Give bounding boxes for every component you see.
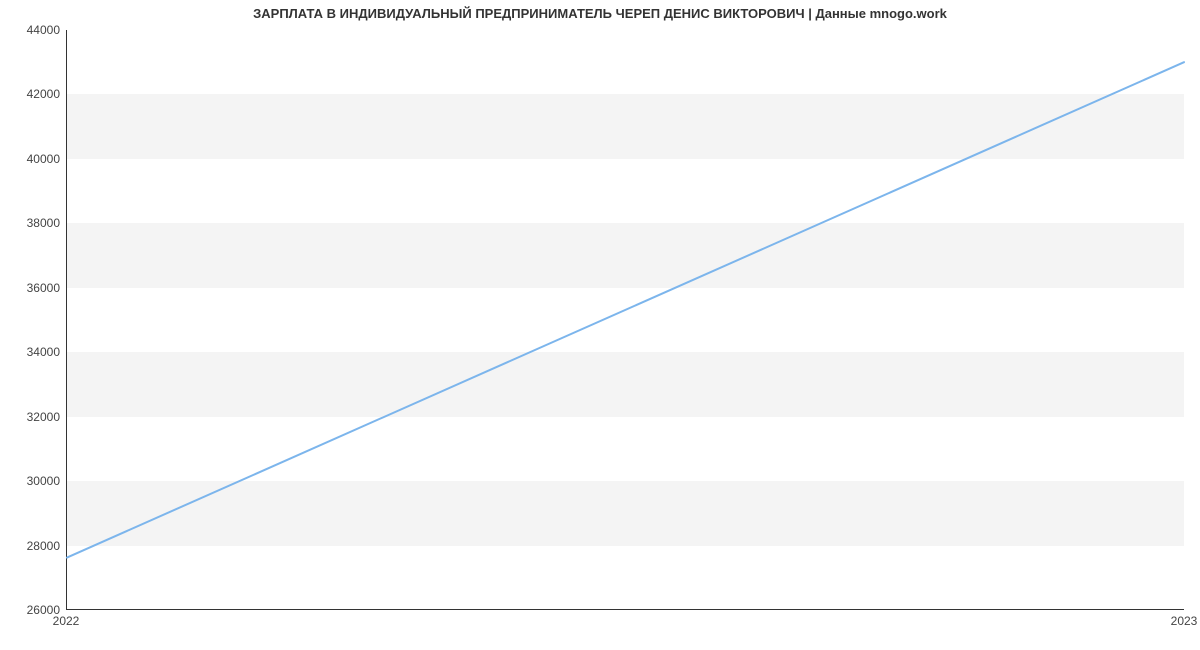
- x-tick-label: 2022: [53, 614, 80, 628]
- y-tick-label: 44000: [4, 23, 60, 37]
- y-tick-label: 34000: [4, 345, 60, 359]
- plot-area: [66, 30, 1184, 610]
- y-tick-label: 42000: [4, 87, 60, 101]
- chart-container: ЗАРПЛАТА В ИНДИВИДУАЛЬНЫЙ ПРЕДПРИНИМАТЕЛ…: [0, 0, 1200, 650]
- y-tick-label: 38000: [4, 216, 60, 230]
- y-tick-label: 26000: [4, 603, 60, 617]
- x-tick-label: 2023: [1171, 614, 1198, 628]
- chart-title: ЗАРПЛАТА В ИНДИВИДУАЛЬНЫЙ ПРЕДПРИНИМАТЕЛ…: [0, 6, 1200, 21]
- series-line: [67, 62, 1184, 557]
- y-tick-label: 28000: [4, 539, 60, 553]
- y-tick-label: 30000: [4, 474, 60, 488]
- y-tick-label: 32000: [4, 410, 60, 424]
- line-layer: [67, 30, 1184, 609]
- y-tick-label: 36000: [4, 281, 60, 295]
- y-tick-label: 40000: [4, 152, 60, 166]
